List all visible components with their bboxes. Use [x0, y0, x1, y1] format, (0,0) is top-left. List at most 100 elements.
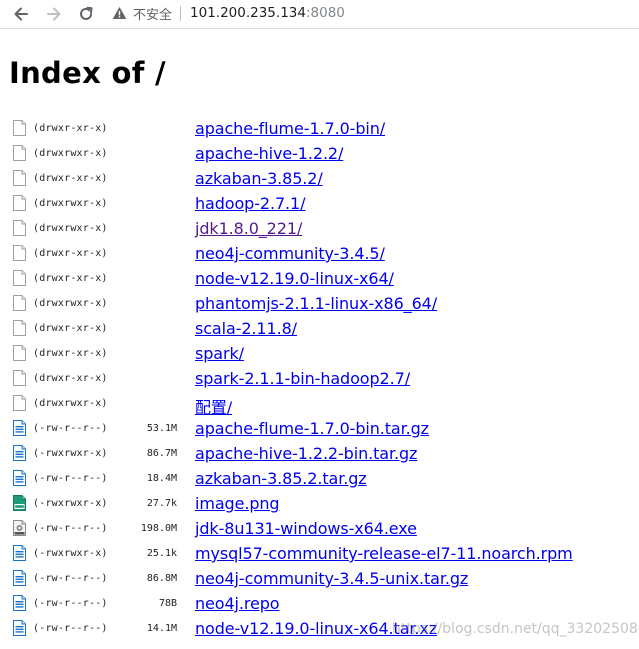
file-size: 78B [158, 598, 177, 609]
list-item: (drwxrwxr-x) phantomjs-2.1.1-linux-x86_64… [0, 293, 639, 318]
browser-toolbar: 不安全 101.200.235.134:8080 [0, 0, 639, 29]
image-icon [13, 495, 26, 511]
forward-button[interactable] [42, 2, 66, 26]
archive-icon [13, 595, 26, 611]
file-link[interactable]: jdk-8u131-windows-x64.exe [195, 519, 417, 538]
list-item: (-rw-r--r--) 53.1M apache-flume-1.7.0-bin.… [0, 418, 639, 443]
folder-icon [13, 345, 26, 361]
reload-icon [80, 6, 93, 20]
list-item: (-rwxrwxr-x) 27.7k image.png [0, 493, 639, 518]
list-item: (-rwxrwxr-x) 86.7M apache-hive-1.2.2-bin.t… [0, 443, 639, 468]
folder-icon [13, 320, 26, 336]
file-link[interactable]: apache-flume-1.7.0-bin/ [195, 119, 385, 138]
file-size: 25.1k [146, 548, 177, 559]
folder-icon [13, 145, 26, 161]
permission-text: (drwxr-xr-x) [33, 373, 108, 384]
watermark: https://blog.csdn.net/qq_33202508 [392, 621, 638, 637]
list-item: (-rw-r--r--) 86.8M neo4j-community-3.4.5-u… [0, 568, 639, 593]
permission-text: (-rwxrwxr-x) [33, 548, 108, 559]
folder-icon [13, 270, 26, 286]
file-link[interactable]: spark-2.1.1-bin-hadoop2.7/ [195, 369, 410, 388]
file-size: 86.8M [146, 573, 177, 584]
warning-icon [112, 6, 127, 20]
file-size: 198.0M [140, 523, 177, 534]
folder-icon [13, 120, 26, 136]
file-link[interactable]: 配置/ [195, 394, 232, 418]
file-link[interactable]: apache-flume-1.7.0-bin.tar.gz [195, 419, 429, 438]
permission-text: (-rw-r--r--) [33, 523, 108, 534]
permission-text: (-rw-r--r--) [33, 623, 108, 634]
list-item: (drwxr-xr-x) spark-2.1.1-bin-hadoop2.7/ [0, 368, 639, 393]
security-label: 不安全 [133, 7, 173, 23]
address-separator [180, 5, 182, 21]
forward-arrow-icon [47, 7, 61, 21]
list-item: (drwxrwxr-x) 配置/ [0, 393, 639, 418]
permission-text: (drwxrwxr-x) [33, 298, 108, 309]
archive-icon [13, 445, 26, 461]
permission-text: (drwxr-xr-x) [33, 348, 108, 359]
url-port: :8080 [305, 5, 345, 21]
list-item: (drwxr-xr-x) neo4j-community-3.4.5/ [0, 243, 639, 268]
folder-icon [13, 245, 26, 261]
file-link[interactable]: neo4j-community-3.4.5-unix.tar.gz [195, 569, 468, 588]
list-item: (-rw-r--r--) 198.0M jdk-8u131-windows-x64.… [0, 518, 639, 543]
list-item: (drwxr-xr-x) scala-2.11.8/ [0, 318, 639, 343]
file-link[interactable]: hadoop-2.7.1/ [195, 194, 306, 213]
list-item: (drwxr-xr-x) node-v12.19.0-linux-x64/ [0, 268, 639, 293]
permission-text: (drwxr-xr-x) [33, 123, 108, 134]
file-link[interactable]: apache-hive-1.2.2/ [195, 144, 343, 163]
permission-text: (drwxrwxr-x) [33, 148, 108, 159]
file-link[interactable]: neo4j-community-3.4.5/ [195, 244, 385, 263]
file-link[interactable]: node-v12.19.0-linux-x64/ [195, 269, 394, 288]
permission-text: (-rwxrwxr-x) [33, 498, 108, 509]
file-link[interactable]: azkaban-3.85.2/ [195, 169, 323, 188]
page-title: Index of / [9, 56, 166, 90]
archive-icon [13, 470, 26, 486]
archive-icon [13, 420, 26, 436]
list-item: (drwxrwxr-x) hadoop-2.7.1/ [0, 193, 639, 218]
file-link[interactable]: jdk1.8.0_221/ [195, 219, 302, 238]
address-bar[interactable]: 不安全 101.200.235.134:8080 [112, 2, 345, 24]
list-item: (-rw-r--r--) 18.4M azkaban-3.85.2.tar.gz [0, 468, 639, 493]
url-host: 101.200.235.134 [190, 5, 306, 21]
file-link[interactable]: apache-hive-1.2.2-bin.tar.gz [195, 444, 417, 463]
folder-icon [13, 195, 26, 211]
file-size: 14.1M [146, 623, 177, 634]
back-button[interactable] [9, 2, 33, 26]
permission-text: (drwxrwxr-x) [33, 198, 108, 209]
file-link[interactable]: image.png [195, 494, 280, 513]
list-item: (drwxr-xr-x) apache-flume-1.7.0-bin/ [0, 118, 639, 143]
list-item: (-rwxrwxr-x) 25.1k mysql57-community-relea… [0, 543, 639, 568]
permission-text: (drwxrwxr-x) [33, 398, 108, 409]
file-link[interactable]: spark/ [195, 344, 244, 363]
file-link[interactable]: scala-2.11.8/ [195, 319, 297, 338]
permission-text: (drwxrwxr-x) [33, 223, 108, 234]
folder-icon [13, 370, 26, 386]
file-listing: (drwxr-xr-x) apache-flume-1.7.0-bin/(drwx… [0, 118, 639, 643]
folder-icon [13, 295, 26, 311]
permission-text: (drwxr-xr-x) [33, 323, 108, 334]
folder-icon [13, 220, 26, 236]
file-size: 18.4M [146, 473, 177, 484]
file-link[interactable]: phantomjs-2.1.1-linux-x86_64/ [195, 294, 437, 313]
permission-text: (-rw-r--r--) [33, 423, 108, 434]
file-link[interactable]: azkaban-3.85.2.tar.gz [195, 469, 367, 488]
list-item: (drwxr-xr-x) azkaban-3.85.2/ [0, 168, 639, 193]
archive-icon [13, 545, 26, 561]
permission-text: (drwxr-xr-x) [33, 273, 108, 284]
folder-icon [13, 395, 26, 411]
file-link[interactable]: mysql57-community-release-el7-11.noarch.… [195, 544, 573, 563]
archive-icon [13, 570, 26, 586]
permission-text: (-rw-r--r--) [33, 473, 108, 484]
archive-icon [13, 620, 26, 636]
exe-icon [13, 520, 26, 536]
permission-text: (drwxr-xr-x) [33, 173, 108, 184]
folder-icon [13, 170, 26, 186]
list-item: (drwxr-xr-x) spark/ [0, 343, 639, 368]
file-link[interactable]: neo4j.repo [195, 594, 280, 613]
list-item: (drwxrwxr-x) apache-hive-1.2.2/ [0, 143, 639, 168]
file-size: 53.1M [146, 423, 177, 434]
reload-button[interactable] [74, 2, 98, 26]
permission-text: (-rwxrwxr-x) [33, 448, 108, 459]
list-item: (drwxrwxr-x) jdk1.8.0_221/ [0, 218, 639, 243]
